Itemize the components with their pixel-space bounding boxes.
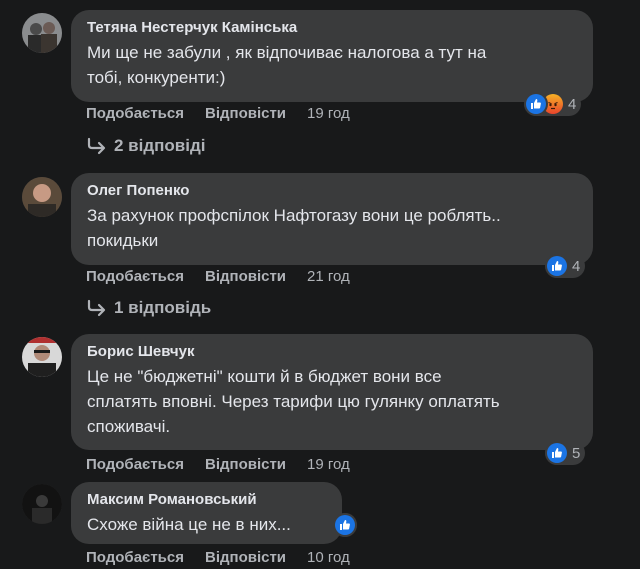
comment-text-line: Ми ще не забули , як відпочиває налогова… xyxy=(87,43,487,62)
comment-timestamp[interactable]: 10 год xyxy=(307,549,350,567)
reaction-summary[interactable]: 4 xyxy=(545,254,586,278)
reaction-summary[interactable]: 4 xyxy=(524,92,582,116)
avatar[interactable] xyxy=(22,484,62,524)
angry-icon xyxy=(543,94,563,114)
comment-bubble: Олег Попенко За рахунок профспілок Нафто… xyxy=(71,173,593,265)
like-button[interactable]: Подобається xyxy=(86,549,184,567)
replies-count: 2 відповіді xyxy=(114,136,206,155)
comment-text-line: Це не "бюджетні" кошти й в бюджет вони в… xyxy=(87,367,442,386)
like-icon xyxy=(526,94,546,114)
reply-button[interactable]: Відповісти xyxy=(205,456,286,474)
like-icon xyxy=(547,256,567,276)
comment-author[interactable]: Борис Шевчук xyxy=(87,343,577,361)
comment-actions: Подобається Відповісти 19 год xyxy=(86,105,350,123)
comment-author[interactable]: Максим Романовський xyxy=(87,491,326,509)
reaction-count: 5 xyxy=(572,444,581,462)
view-replies-link[interactable]: 2 відповіді xyxy=(86,136,205,156)
reaction-summary[interactable] xyxy=(333,513,357,537)
comment-timestamp[interactable]: 21 год xyxy=(307,268,350,286)
comment-text-line: споживачі. xyxy=(87,417,171,436)
like-button[interactable]: Подобається xyxy=(86,268,184,286)
like-icon xyxy=(335,515,355,535)
comment-text-line: тобі, конкуренти:) xyxy=(87,68,226,87)
avatar[interactable] xyxy=(22,177,62,217)
comment-bubble: Максим Романовський Схоже війна це не в … xyxy=(71,482,342,544)
comment-author[interactable]: Тетяна Нестерчук Камінська xyxy=(87,19,577,37)
comment-actions: Подобається Відповісти 10 год xyxy=(86,549,350,567)
comment-bubble: Тетяна Нестерчук Камінська Ми ще не забу… xyxy=(71,10,593,102)
reply-arrow-icon xyxy=(87,137,106,155)
comment-actions: Подобається Відповісти 19 год xyxy=(86,456,350,474)
comment-text: Ми ще не забули , як відпочиває налогова… xyxy=(87,40,577,90)
replies-count: 1 відповідь xyxy=(114,298,212,317)
comment-text-line: сплатять вповні. Через тарифи цю гулянку… xyxy=(87,392,500,411)
avatar[interactable] xyxy=(22,337,62,377)
comment-bubble: Борис Шевчук Це не "бюджетні" кошти й в … xyxy=(71,334,593,450)
reply-button[interactable]: Відповісти xyxy=(205,105,286,123)
like-icon xyxy=(547,443,567,463)
comment-text: Це не "бюджетні" кошти й в бюджет вони в… xyxy=(87,364,577,439)
comment-author[interactable]: Олег Попенко xyxy=(87,182,577,200)
like-button[interactable]: Подобається xyxy=(86,105,184,123)
comment-actions: Подобається Відповісти 21 год xyxy=(86,268,350,286)
reaction-count: 4 xyxy=(568,95,577,113)
view-replies-link[interactable]: 1 відповідь xyxy=(86,298,211,318)
avatar[interactable] xyxy=(22,13,62,53)
comment-text: Схоже війна це не в них... xyxy=(87,512,326,537)
comment-text-line: Схоже війна це не в них... xyxy=(87,515,291,534)
comment-timestamp[interactable]: 19 год xyxy=(307,105,350,123)
like-button[interactable]: Подобається xyxy=(86,456,184,474)
comment-text-line: За рахунок профспілок Нафтогазу вони це … xyxy=(87,206,501,225)
comment-text: За рахунок профспілок Нафтогазу вони це … xyxy=(87,203,577,253)
reaction-summary[interactable]: 5 xyxy=(545,441,586,465)
reply-button[interactable]: Відповісти xyxy=(205,549,286,567)
comment-timestamp[interactable]: 19 год xyxy=(307,456,350,474)
reply-button[interactable]: Відповісти xyxy=(205,268,286,286)
reply-arrow-icon xyxy=(87,299,106,317)
comment-text-line: покидьки xyxy=(87,231,159,250)
reaction-count: 4 xyxy=(572,257,581,275)
